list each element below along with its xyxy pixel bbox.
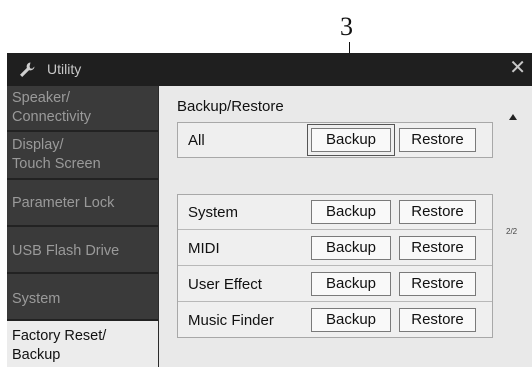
window-title: Utility (47, 61, 82, 77)
sidebar-item-label: System (12, 291, 61, 307)
title-bar: Utility ✕ (7, 53, 532, 86)
main-content: Backup/Restore All Backup Restore System… (159, 86, 532, 367)
restore-midi-button[interactable]: Restore (399, 236, 476, 260)
all-row: All Backup Restore (178, 123, 492, 157)
backup-midi-button[interactable]: Backup (311, 236, 391, 260)
sidebar-item-parameter-lock[interactable]: Parameter Lock (7, 180, 158, 227)
sidebar-item-label: Display/ (12, 137, 64, 153)
table-row: MIDI Backup Restore (178, 231, 492, 266)
section-title: Backup/Restore (177, 98, 284, 115)
close-icon[interactable]: ✕ (509, 58, 526, 78)
restore-user-effect-button[interactable]: Restore (399, 272, 476, 296)
sidebar-item-label: Speaker/ (12, 90, 71, 106)
sidebar-item-system[interactable]: System (7, 274, 158, 321)
sidebar-item-label: USB Flash Drive (12, 243, 120, 259)
backup-system-button[interactable]: Backup (311, 200, 391, 224)
sidebar-item-usb-flash-drive[interactable]: USB Flash Drive (7, 227, 158, 274)
sidebar-item-display-touch-screen[interactable]: Display/ Touch Screen (7, 132, 158, 180)
restore-all-button[interactable]: Restore (399, 128, 476, 152)
scroll-up-icon[interactable] (509, 114, 517, 120)
row-label: Music Finder (188, 312, 274, 329)
table-row: Music Finder Backup Restore (178, 303, 492, 337)
row-label: MIDI (188, 240, 220, 257)
sidebar-item-label: Connectivity (12, 109, 91, 125)
sidebar-item-label: Parameter Lock (12, 195, 115, 211)
restore-system-button[interactable]: Restore (399, 200, 476, 224)
callout-number: 3 (340, 12, 353, 41)
backup-music-finder-button[interactable]: Backup (311, 308, 391, 332)
all-group: All Backup Restore (177, 122, 493, 158)
utility-screen: Utility ✕ Speaker/ Connectivity Display/… (7, 53, 532, 367)
backup-all-button[interactable]: Backup (311, 128, 391, 152)
sidebar-item-factory-reset-backup[interactable]: Factory Reset/ Backup (7, 321, 158, 367)
sidebar-item-label: Backup (12, 347, 61, 363)
sidebar: Speaker/ Connectivity Display/ Touch Scr… (7, 86, 159, 367)
sidebar-item-label: Factory Reset/ (12, 328, 107, 344)
sidebar-item-label: Touch Screen (12, 156, 101, 172)
restore-music-finder-button[interactable]: Restore (399, 308, 476, 332)
table-row: System Backup Restore (178, 195, 492, 230)
backup-user-effect-button[interactable]: Backup (311, 272, 391, 296)
row-label: User Effect (188, 276, 262, 293)
row-label: All (188, 132, 205, 149)
sidebar-item-speaker-connectivity[interactable]: Speaker/ Connectivity (7, 86, 158, 132)
row-label: System (188, 204, 239, 221)
wrench-icon (17, 60, 37, 80)
items-group: System Backup Restore MIDI Backup Restor… (177, 194, 493, 338)
page-indicator: 2/2 (506, 227, 518, 236)
table-row: User Effect Backup Restore (178, 267, 492, 302)
